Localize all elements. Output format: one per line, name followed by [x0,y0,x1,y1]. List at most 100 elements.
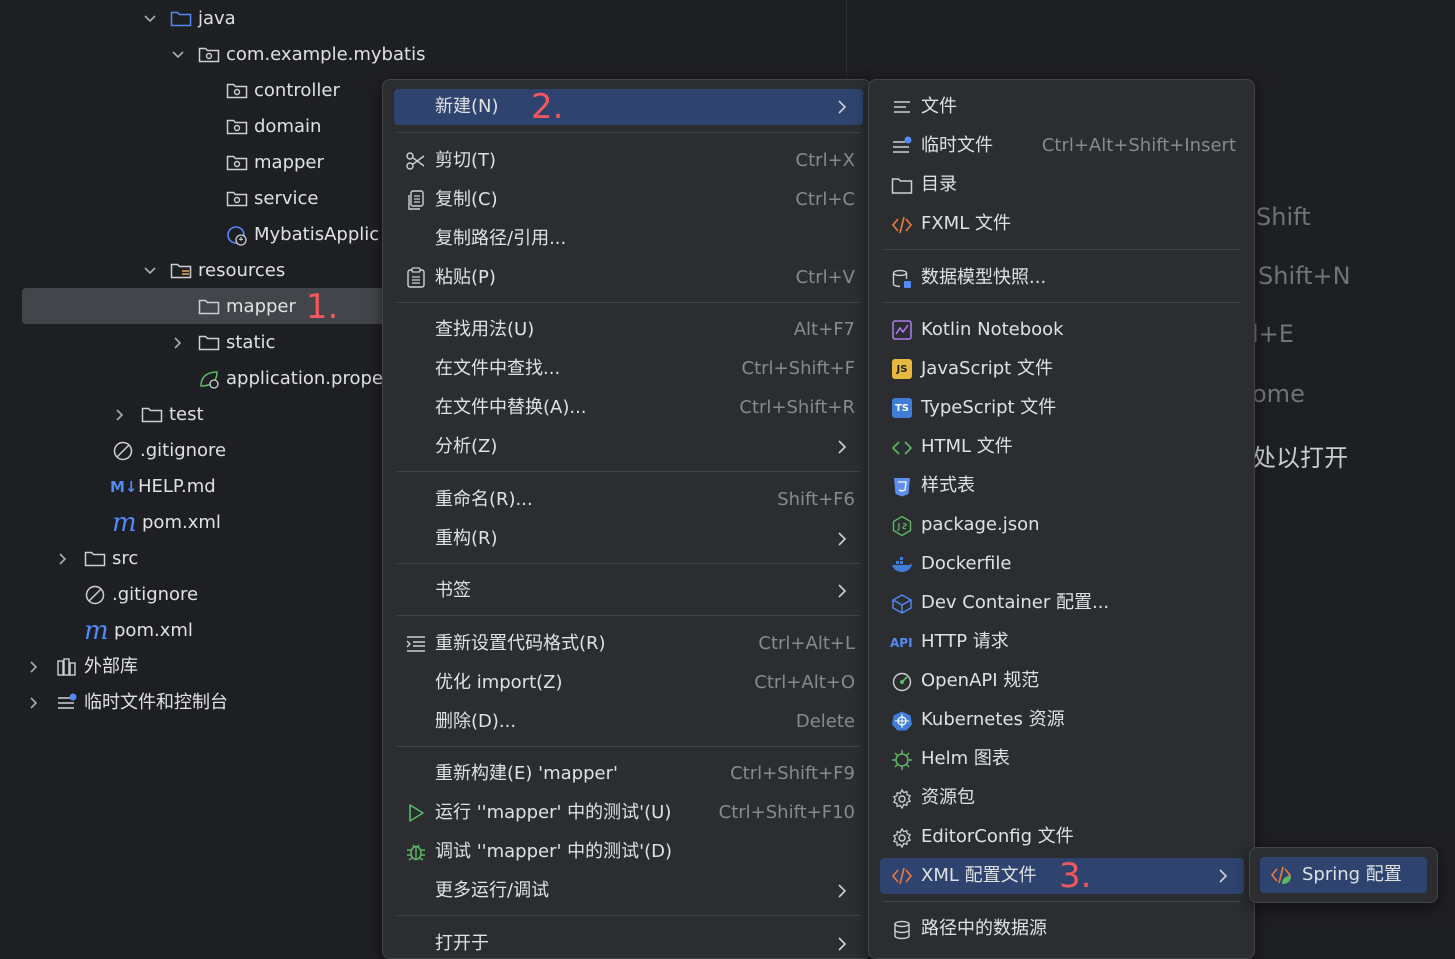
new-item-scratch-file[interactable]: 临时文件 Ctrl+Alt+Shift+Insert [921,128,1236,164]
tree-item-label: pom.xml [114,620,193,641]
folder-icon [84,551,106,567]
menu-item-run-tests[interactable]: 运行 ''mapper' 中的测试'(U) Ctrl+Shift+F10 [435,795,855,831]
new-item-xml-config[interactable]: XML 配置文件 3. [921,856,1231,896]
tree-item-external-libraries[interactable]: 外部库 [56,649,138,685]
tree-item-java[interactable]: java [170,1,236,37]
menu-item-refactor[interactable]: 重构(R) [435,521,845,557]
menu-item-label: 打开于 [435,933,489,954]
docker-icon [892,557,912,572]
new-item-resource-bundle[interactable]: 资源包 [921,780,1241,816]
menu-item-replace-in-files[interactable]: 在文件中替换(A)... Ctrl+Shift+R [435,390,855,426]
new-item-javascript[interactable]: JavaScript 文件 [921,351,1241,387]
resources-folder-icon [170,263,192,279]
shortcut: Ctrl+Shift+F9 [730,763,855,784]
menu-item-bookmarks[interactable]: 书签 [435,573,845,609]
new-item-data-model[interactable]: 数据模型快照... [921,260,1241,296]
new-item-typescript[interactable]: TypeScript 文件 [921,390,1241,426]
new-item-editorconfig[interactable]: EditorConfig 文件 [921,819,1241,855]
menu-item-label: 删除(D)... [435,711,517,732]
new-item-dockerfile[interactable]: Dockerfile [921,546,1241,582]
shortcut: Ctrl+Alt+O [754,672,855,693]
folder-icon [141,407,163,423]
new-item-stylesheet[interactable]: 样式表 [921,468,1241,504]
menu-item-analyze[interactable]: 分析(Z) [435,429,845,465]
tree-item-gitignore[interactable]: .gitignore [112,433,226,469]
tree-item-package[interactable]: com.example.mybatis [198,37,425,73]
menu-item-rebuild[interactable]: 重新构建(E) 'mapper' Ctrl+Shift+F9 [435,756,855,792]
new-item-dev-container[interactable]: Dev Container 配置... [921,585,1241,621]
tree-item-help-md[interactable]: M↓ HELP.md [110,469,216,505]
tree-item-controller[interactable]: controller [226,73,340,109]
tree-item-gitignore-root[interactable]: .gitignore [84,577,198,613]
menu-item-label: 临时文件 [921,135,993,156]
menu-separator [397,746,860,747]
new-item-fxml[interactable]: FXML 文件 [921,206,1241,242]
tree-item-pom-xml-root[interactable]: m pom.xml [84,613,193,649]
tree-item-application-properties[interactable]: application.proper [198,361,390,397]
tree-item-mapper-selected[interactable]: mapper 1. [198,289,338,325]
menu-item-open-in[interactable]: 打开于 [435,926,845,958]
menu-item-copy[interactable]: 复制(C) Ctrl+C [435,182,855,218]
new-item-html[interactable]: HTML 文件 [921,429,1241,465]
new-item-helm-chart[interactable]: Helm 图表 [921,741,1241,777]
markdown-icon: M↓ [110,478,138,496]
tree-item-label: mapper [226,296,296,317]
chevron-right-icon[interactable] [56,552,70,566]
new-item-kotlin-notebook[interactable]: Kotlin Notebook [921,312,1241,348]
tree-item-mapper-package[interactable]: mapper [226,145,324,181]
menu-item-paste[interactable]: 粘贴(P) Ctrl+V [435,260,855,296]
chevron-down-icon[interactable] [171,48,185,62]
spring-xml-icon [1270,866,1292,884]
menu-item-copy-path[interactable]: 复制路径/引用... [435,221,855,257]
tree-item-scratches[interactable]: 临时文件和控制台 [56,685,228,721]
menu-item-optimize-imports[interactable]: 优化 import(Z) Ctrl+Alt+O [435,665,855,701]
menu-item-new[interactable]: 新建(N) 2. [435,87,845,127]
package-icon [198,47,220,63]
step-1-annotation: 1. [305,287,339,327]
chevron-right-icon[interactable] [113,408,127,422]
chevron-right-icon[interactable] [171,336,185,350]
debug-icon [407,844,425,861]
tree-item-domain[interactable]: domain [226,109,321,145]
menu-item-delete[interactable]: 删除(D)... Delete [435,704,855,740]
tree-item-service[interactable]: service [226,181,318,217]
tree-item-label: pom.xml [142,512,221,533]
tree-item-static[interactable]: static [198,325,275,361]
new-item-http-request[interactable]: HTTP 请求 [921,624,1241,660]
new-item-kubernetes[interactable]: Kubernetes 资源 [921,702,1241,738]
chevron-right-icon[interactable] [27,696,41,710]
chevron-down-icon[interactable] [143,264,157,278]
tree-item-test[interactable]: test [141,397,204,433]
tree-item-resources[interactable]: resources [170,253,285,289]
menu-item-label: 路径中的数据源 [921,918,1047,939]
tree-item-src[interactable]: src [84,541,138,577]
menu-item-reformat-code[interactable]: 重新设置代码格式(R) Ctrl+Alt+L [435,626,855,662]
menu-item-find-usages[interactable]: 查找用法(U) Alt+F7 [435,312,855,348]
menu-item-find-in-files[interactable]: 在文件中查找... Ctrl+Shift+F [435,351,855,387]
tree-item-label: service [254,188,319,209]
new-item-openapi[interactable]: OpenAPI 规范 [921,663,1241,699]
new-item-file[interactable]: 文件 [921,89,1241,125]
folder-icon [198,335,220,351]
xml-item-spring-config[interactable]: Spring 配置 [1302,857,1422,893]
new-item-datasource-in-path[interactable]: 路径中的数据源 [921,911,1241,947]
folder-icon [891,178,913,194]
menu-item-more-run-debug[interactable]: 更多运行/调试 [435,873,845,909]
menu-item-cut[interactable]: 剪切(T) Ctrl+X [435,143,855,179]
paste-icon [407,267,425,288]
tree-item-application-class[interactable]: MybatisApplic [226,217,379,253]
menu-separator [883,249,1240,250]
shortcut: Delete [795,711,855,732]
chevron-right-icon[interactable] [27,660,41,674]
menu-item-label: 样式表 [921,475,975,496]
chevron-down-icon[interactable] [143,12,157,26]
menu-item-label: HTTP 请求 [921,631,1009,652]
menu-item-rename[interactable]: 重命名(R)... Shift+F6 [435,482,855,518]
menu-separator [397,471,860,472]
chevron-right-icon [838,884,847,898]
tree-item-pom-xml[interactable]: m pom.xml [112,505,221,541]
menu-item-debug-tests[interactable]: 调试 ''mapper' 中的测试'(D) [435,834,855,870]
new-item-package-json[interactable]: package.json [921,507,1241,543]
new-item-directory[interactable]: 目录 [921,167,1241,203]
menu-item-label: 重新设置代码格式(R) [435,633,606,654]
